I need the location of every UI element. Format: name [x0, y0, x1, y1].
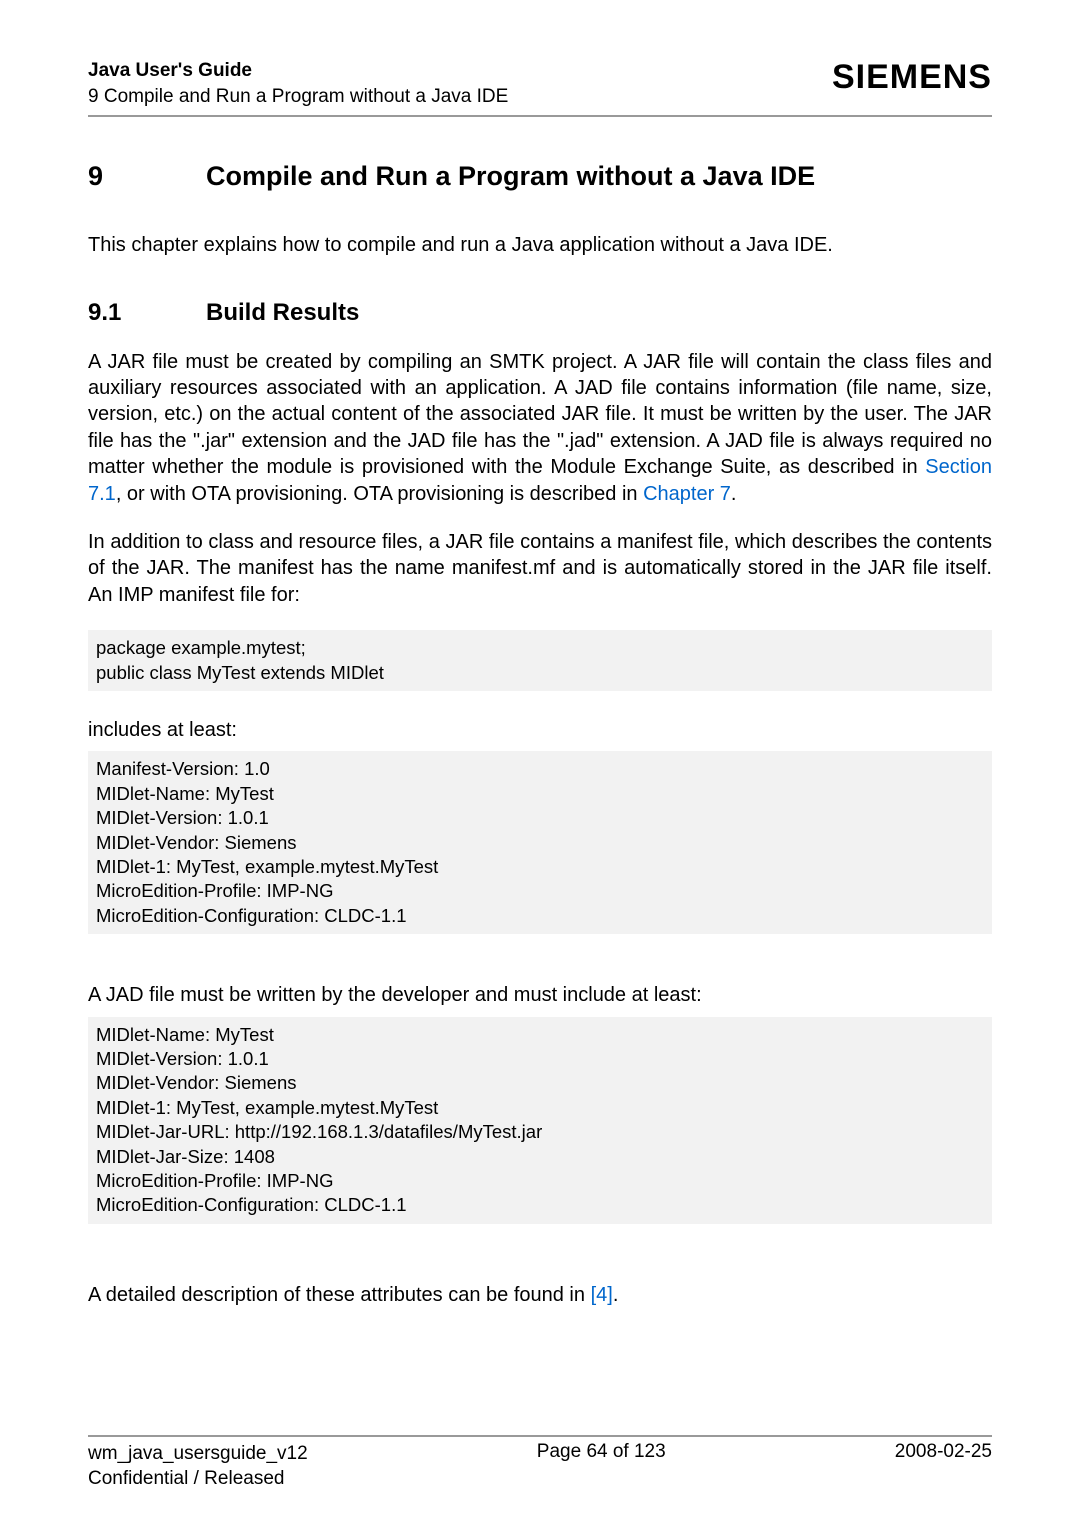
section-9-number: 9: [88, 161, 206, 192]
footer-doc-id: wm_java_usersguide_v12: [88, 1441, 308, 1467]
section-9-1-number: 9.1: [88, 299, 206, 327]
para-attributes-ref: A detailed description of these attribut…: [88, 1282, 992, 1308]
para4-b: .: [613, 1284, 619, 1306]
para4-a: A detailed description of these attribut…: [88, 1284, 591, 1306]
para-jar-desc: A JAR file must be created by compiling …: [88, 349, 992, 507]
header-left: Java User's Guide 9 Compile and Run a Pr…: [88, 58, 508, 109]
includes-label: includes at least:: [88, 717, 992, 743]
section-9-intro: This chapter explains how to compile and…: [88, 232, 992, 258]
header-divider: [88, 115, 992, 117]
link-chapter-7[interactable]: Chapter 7: [643, 483, 731, 505]
section-9-1-heading: 9.1Build Results: [88, 299, 992, 327]
para-jad-desc: A JAD file must be written by the develo…: [88, 982, 992, 1008]
code-block-manifest: Manifest-Version: 1.0 MIDlet-Name: MyTes…: [88, 751, 992, 934]
para1-c: .: [731, 483, 737, 505]
footer-left: wm_java_usersguide_v12 Confidential / Re…: [88, 1441, 308, 1492]
section-9-heading: 9Compile and Run a Program without a Jav…: [88, 161, 992, 192]
section-9-title: Compile and Run a Program without a Java…: [206, 161, 815, 191]
link-ref-4[interactable]: [4]: [591, 1284, 613, 1306]
page-header: Java User's Guide 9 Compile and Run a Pr…: [88, 58, 992, 109]
code-block-jad: MIDlet-Name: MyTest MIDlet-Version: 1.0.…: [88, 1017, 992, 1224]
siemens-logo: SIEMENS: [832, 58, 992, 97]
doc-title: Java User's Guide: [88, 58, 508, 84]
code-block-package: package example.mytest; public class MyT…: [88, 630, 992, 691]
section-9-1-title: Build Results: [206, 299, 359, 326]
doc-subtitle: 9 Compile and Run a Program without a Ja…: [88, 84, 508, 110]
para1-b: , or with OTA provisioning. OTA provisio…: [116, 483, 643, 505]
footer-page: Page 64 of 123: [537, 1441, 666, 1492]
para1-a: A JAR file must be created by compiling …: [88, 351, 992, 479]
para-manifest-desc: In addition to class and resource files,…: [88, 529, 992, 608]
page-footer: wm_java_usersguide_v12 Confidential / Re…: [88, 1435, 992, 1492]
footer-confidential: Confidential / Released: [88, 1466, 308, 1492]
footer-date: 2008-02-25: [895, 1441, 992, 1492]
